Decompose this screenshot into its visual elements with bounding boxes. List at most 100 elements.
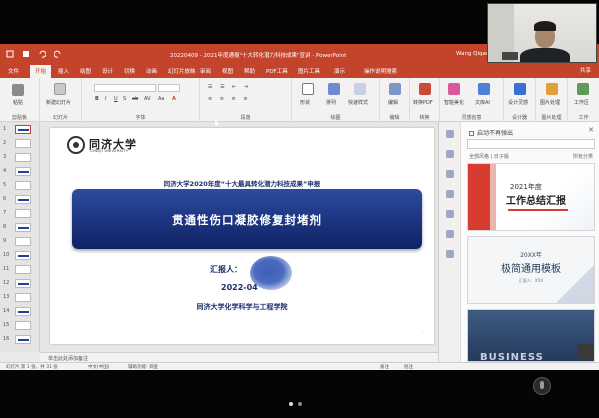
new-slide-button[interactable]: 新建幻灯片 xyxy=(46,99,71,106)
expand-icon[interactable] xyxy=(577,344,593,360)
designer-icon[interactable] xyxy=(514,83,526,95)
beautify-icon[interactable] xyxy=(448,83,460,95)
template-search-input[interactable] xyxy=(467,139,595,149)
image-icon[interactable] xyxy=(446,170,454,178)
thumbnail[interactable]: 13 xyxy=(3,290,37,304)
thumbnail[interactable]: 14 xyxy=(3,304,37,318)
quick-styles-button[interactable]: 快速样式 xyxy=(348,99,368,106)
redo-icon[interactable] xyxy=(53,50,62,58)
font-size-box[interactable] xyxy=(158,84,180,92)
thumbnail[interactable]: 7 xyxy=(3,206,37,220)
comments-toggle[interactable]: 批注 xyxy=(404,364,413,370)
image-process-icon[interactable] xyxy=(546,83,558,95)
language-indicator[interactable]: 中文(中国) xyxy=(88,364,110,370)
category-filter[interactable]: 所有分类 xyxy=(573,153,593,160)
ai-icon[interactable] xyxy=(478,83,490,95)
page-dot[interactable] xyxy=(298,402,302,406)
undo-icon[interactable] xyxy=(38,50,47,58)
align-buttons-icon[interactable]: ≡ ≡ ≡ ≡ xyxy=(208,96,251,102)
quick-styles-icon[interactable] xyxy=(354,83,366,95)
tab-file[interactable]: 文件 xyxy=(8,67,19,75)
font-name-box[interactable] xyxy=(94,84,156,92)
project-heading[interactable]: 同济大学2020年度“十大最具转化潜力科技成果”申报 xyxy=(50,178,434,188)
current-slide[interactable]: 同济大学 TONGJI UNIVERSITY 同济大学2020年度“十大最具转化… xyxy=(50,128,434,344)
thumbnail[interactable]: 2 xyxy=(3,136,37,150)
workspace-button[interactable]: 工作区 xyxy=(574,99,589,106)
font-icon[interactable] xyxy=(446,230,454,238)
paste-button[interactable]: 粘贴 xyxy=(13,99,23,106)
tab-slideshow[interactable]: 幻灯片放映 xyxy=(168,67,196,75)
shapes-button[interactable]: 形状 xyxy=(300,99,310,106)
thumbnail[interactable]: 3 xyxy=(3,150,37,164)
thumbnail[interactable]: 8 xyxy=(3,220,37,234)
icon-library-icon[interactable] xyxy=(446,210,454,218)
tab-present[interactable]: 演示 xyxy=(334,67,345,75)
strike-button[interactable]: ab xyxy=(132,96,138,102)
thumbnail[interactable]: 10 xyxy=(3,248,37,262)
tab-pdf-tools[interactable]: PDF工具 xyxy=(266,67,288,75)
shadow-button[interactable]: S xyxy=(123,96,126,102)
tab-view[interactable]: 视图 xyxy=(222,67,233,75)
template-card[interactable]: 20XX年 极简通用模板 汇报人：XXX xyxy=(467,236,595,304)
microphone-icon[interactable] xyxy=(533,377,551,395)
layout-icon[interactable] xyxy=(446,150,454,158)
chart-icon[interactable] xyxy=(446,190,454,198)
italic-button[interactable]: I xyxy=(105,96,106,102)
case-button[interactable]: Aa xyxy=(158,96,164,102)
tab-help[interactable]: 帮助 xyxy=(244,67,255,75)
editing-icon[interactable] xyxy=(389,83,401,95)
notes-pane[interactable]: 单击此处添加备注 xyxy=(40,352,438,362)
title-band[interactable]: 贯通性伤口凝胶修复封堵剂 xyxy=(72,189,422,249)
shapes-icon[interactable] xyxy=(302,83,314,95)
autosave-icon[interactable] xyxy=(6,50,14,58)
style-filter[interactable]: 全部风格 | 日子版 xyxy=(469,153,509,160)
image-process-button[interactable]: 图片处理 xyxy=(540,99,560,106)
tell-me-search[interactable]: 操作说明搜索 xyxy=(364,67,397,75)
thumbnail[interactable]: 11 xyxy=(3,262,37,276)
font-color-button[interactable]: A xyxy=(172,96,176,102)
accessibility-indicator[interactable]: 辅助功能: 调查 xyxy=(128,364,158,370)
thumbnail[interactable]: 9 xyxy=(3,234,37,248)
beautify-button[interactable]: 智能美化 xyxy=(444,99,464,106)
paste-icon[interactable] xyxy=(12,84,24,96)
tab-design[interactable]: 设计 xyxy=(102,67,113,75)
save-icon[interactable] xyxy=(22,50,30,58)
thumbnail[interactable]: 6 xyxy=(3,192,37,206)
editing-button[interactable]: 编辑 xyxy=(388,99,398,106)
arrange-button[interactable]: 排列 xyxy=(326,99,336,106)
template-card[interactable]: BUSINESS xyxy=(467,309,595,362)
template-icon[interactable] xyxy=(446,130,454,138)
thumbnail[interactable]: 12 xyxy=(3,276,37,290)
tab-animations[interactable]: 动画 xyxy=(146,67,157,75)
thumbnail[interactable]: 4 xyxy=(3,164,37,178)
bold-button[interactable]: B xyxy=(95,96,99,102)
reporter-label[interactable]: 汇报人： xyxy=(210,264,242,275)
thumbnail[interactable]: 1 xyxy=(3,122,37,136)
underline-button[interactable]: U xyxy=(114,96,118,102)
tab-draw[interactable]: 绘图 xyxy=(80,67,91,75)
template-card[interactable]: 2021年度 工作总结汇报 xyxy=(467,163,595,231)
tab-picture-tools[interactable]: 图片工具 xyxy=(298,67,320,75)
tab-review[interactable]: 审阅 xyxy=(200,67,211,75)
no-popup-checkbox[interactable]: 启动不再弹出 xyxy=(469,128,513,137)
spacing-button[interactable]: AV xyxy=(144,96,151,102)
color-icon[interactable] xyxy=(446,250,454,258)
user-name[interactable]: Wang Qiqan xyxy=(456,51,489,57)
new-slide-icon[interactable] xyxy=(54,83,66,95)
pdf-icon[interactable] xyxy=(419,83,431,95)
tab-home[interactable]: 开始 xyxy=(30,65,52,78)
convert-pdf-button[interactable]: 转换PDF xyxy=(413,99,433,106)
arrange-icon[interactable] xyxy=(328,83,340,95)
design-ideas-button[interactable]: 设计灵感 xyxy=(508,99,528,106)
page-dot[interactable] xyxy=(289,402,293,406)
report-date[interactable]: 2022-04 xyxy=(221,283,258,292)
thumbnail[interactable]: 15 xyxy=(3,318,37,332)
share-button[interactable]: 共享 xyxy=(580,66,591,74)
notes-toggle[interactable]: 备注 xyxy=(380,364,389,370)
thumbnail[interactable]: 5 xyxy=(3,178,37,192)
tab-transitions[interactable]: 切换 xyxy=(124,67,135,75)
tab-insert[interactable]: 插入 xyxy=(58,67,69,75)
department-name[interactable]: 同济大学化学科学与工程学院 xyxy=(50,302,434,312)
workspace-icon[interactable] xyxy=(577,83,589,95)
thumbnail[interactable]: 16 xyxy=(3,332,37,346)
